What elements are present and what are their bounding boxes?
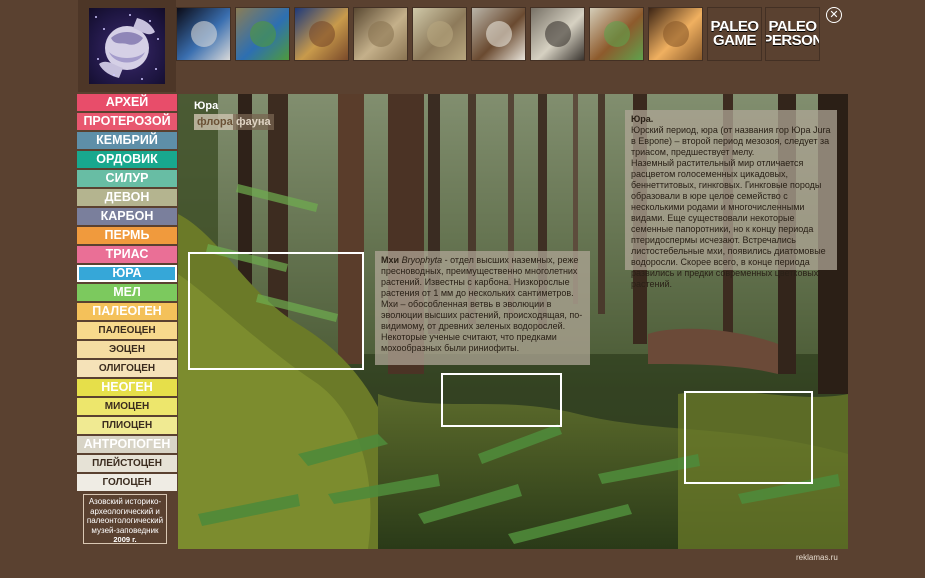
era-item-13[interactable]: ЭОЦЕН bbox=[77, 341, 177, 358]
era-label: ПЛЕЙСТОЦЕН bbox=[92, 458, 162, 469]
moss-info-panel: Мхи Bryophyta - отдел высших наземных, р… bbox=[375, 251, 590, 365]
era-label: ПРОТЕРОЗОЙ bbox=[83, 114, 171, 128]
museum-hall-thumb[interactable] bbox=[649, 8, 702, 60]
close-button[interactable]: ✕ bbox=[826, 7, 842, 23]
era-label: ЮРА bbox=[112, 266, 142, 280]
tab-flora[interactable]: флора bbox=[194, 114, 236, 130]
era-label: ГОЛОЦЕН bbox=[102, 477, 152, 488]
logo-star bbox=[113, 74, 115, 76]
museum-credit: Азовский историко-археологический и пале… bbox=[83, 494, 167, 544]
logo-container bbox=[78, 0, 176, 92]
ammonite-icon bbox=[367, 21, 394, 47]
paleo-person-tile[interactable]: PALEO PERSON bbox=[766, 8, 819, 60]
era-item-20[interactable]: ГОЛОЦЕН bbox=[77, 474, 177, 491]
mammoth-diorama-icon bbox=[603, 21, 630, 47]
era-item-17[interactable]: ПЛИОЦЕН bbox=[77, 417, 177, 434]
logo-star bbox=[157, 38, 159, 40]
moss-hotspot-left[interactable] bbox=[188, 252, 364, 370]
era-item-2[interactable]: КЕМБРИЙ bbox=[77, 132, 177, 149]
logo-star bbox=[149, 20, 151, 22]
world-map-icon bbox=[308, 21, 335, 47]
era-item-4[interactable]: СИЛУР bbox=[77, 170, 177, 187]
era-label: АНТРОПОГЕН bbox=[83, 437, 171, 451]
logo-star bbox=[141, 78, 143, 80]
mammoth-thumb[interactable] bbox=[472, 8, 525, 60]
mammoth-icon bbox=[485, 21, 512, 47]
elephant-ancestor-thumb[interactable] bbox=[413, 8, 466, 60]
logo-star bbox=[103, 28, 105, 30]
era-label: ПАЛЕОГЕН bbox=[92, 304, 162, 318]
museum-hall-icon bbox=[662, 21, 689, 47]
era-item-10[interactable]: МЕЛ bbox=[77, 284, 177, 301]
scene-title: Юра bbox=[194, 100, 219, 112]
skeleton-photo-icon bbox=[544, 21, 571, 47]
era-label: ПЕРМЬ bbox=[104, 228, 150, 242]
era-item-9[interactable]: ЮРА bbox=[77, 265, 177, 282]
era-item-1[interactable]: ПРОТЕРОЗОЙ bbox=[77, 113, 177, 130]
moss-text: - отдел высших наземных, реже пресноводн… bbox=[381, 255, 583, 353]
era-item-11[interactable]: ПАЛЕОГЕН bbox=[77, 303, 177, 320]
era-item-14[interactable]: ОЛИГОЦЕН bbox=[77, 360, 177, 377]
museum-name: Азовский историко-археологический и пале… bbox=[86, 497, 164, 535]
logo-star bbox=[129, 14, 131, 16]
era-label: ДЕВОН bbox=[104, 190, 150, 204]
site-credit[interactable]: reklamas.ru bbox=[796, 553, 838, 562]
era-label: КЕМБРИЙ bbox=[96, 133, 158, 147]
close-icon: ✕ bbox=[829, 9, 839, 21]
era-item-8[interactable]: ТРИАС bbox=[77, 246, 177, 263]
era-label: НЕОГЕН bbox=[101, 380, 153, 394]
twin-globes-thumb[interactable] bbox=[236, 8, 289, 60]
era-label: ПАЛЕОЦЕН bbox=[98, 325, 156, 336]
earth-globe-thumb[interactable] bbox=[177, 8, 230, 60]
era-label: ОЛИГОЦЕН bbox=[98, 363, 156, 374]
moss-latin: Bryophyta bbox=[401, 255, 443, 265]
earth-globe-icon bbox=[190, 21, 217, 47]
era-item-12[interactable]: ПАЛЕОЦЕН bbox=[77, 322, 177, 339]
era-label: ОРДОВИК bbox=[96, 152, 158, 166]
era-label: ТРИАС bbox=[105, 247, 149, 261]
era-label: МИОЦЕН bbox=[104, 401, 150, 412]
era-label: ЭОЦЕН bbox=[108, 344, 146, 355]
logo-star bbox=[95, 16, 97, 18]
top-bar: PALEO GAME PALEO PERSON ✕ bbox=[0, 0, 925, 92]
twin-globes-icon bbox=[249, 21, 276, 47]
world-map-thumb[interactable] bbox=[295, 8, 348, 60]
era-label: ПЛИОЦЕН bbox=[101, 420, 153, 431]
era-item-5[interactable]: ДЕВОН bbox=[77, 189, 177, 206]
moss-hotspot-center[interactable] bbox=[441, 373, 562, 427]
mammoth-diorama-thumb[interactable] bbox=[590, 8, 643, 60]
jura-info-text: Юрский период, юра (от названия гор Юра … bbox=[631, 125, 831, 289]
jura-info-heading: Юра. bbox=[631, 114, 654, 124]
era-label: АРХЕЙ bbox=[105, 95, 149, 109]
era-item-7[interactable]: ПЕРМЬ bbox=[77, 227, 177, 244]
logo-star bbox=[97, 58, 99, 60]
ammonite-thumb[interactable] bbox=[354, 8, 407, 60]
tab-fauna[interactable]: фауна bbox=[233, 114, 274, 130]
forest-scene: Юра флора фауна Юра. Юрский период, юра … bbox=[178, 94, 848, 549]
logo-star bbox=[155, 68, 157, 70]
jura-info-panel: Юра. Юрский период, юра (от названия гор… bbox=[625, 110, 837, 289]
globe-hands-logo-icon[interactable] bbox=[89, 8, 165, 84]
era-label: КАРБОН bbox=[100, 209, 154, 223]
era-item-19[interactable]: ПЛЕЙСТОЦЕН bbox=[77, 455, 177, 472]
era-item-18[interactable]: АНТРОПОГЕН bbox=[77, 436, 177, 453]
era-item-6[interactable]: КАРБОН bbox=[77, 208, 177, 225]
museum-year: 2009 г. bbox=[113, 535, 137, 544]
skeleton-photo-thumb[interactable] bbox=[531, 8, 584, 60]
era-sidebar: АРХЕЙ ПРОТЕРОЗОЙ КЕМБРИЙ ОРДОВИК СИЛУР ДЕВОН К… bbox=[77, 94, 177, 493]
era-item-0[interactable]: АРХЕЙ bbox=[77, 94, 177, 111]
era-item-3[interactable]: ОРДОВИК bbox=[77, 151, 177, 168]
era-item-16[interactable]: МИОЦЕН bbox=[77, 398, 177, 415]
paleo-game-tile[interactable]: PALEO GAME bbox=[708, 8, 761, 60]
elephant-ancestor-icon bbox=[426, 21, 453, 47]
era-item-15[interactable]: НЕОГЕН bbox=[77, 379, 177, 396]
moss-term: Мхи bbox=[381, 255, 400, 265]
logo-art bbox=[99, 18, 155, 78]
moss-hotspot-right[interactable] bbox=[684, 391, 813, 484]
era-label: МЕЛ bbox=[113, 285, 141, 299]
era-label: СИЛУР bbox=[105, 171, 149, 185]
